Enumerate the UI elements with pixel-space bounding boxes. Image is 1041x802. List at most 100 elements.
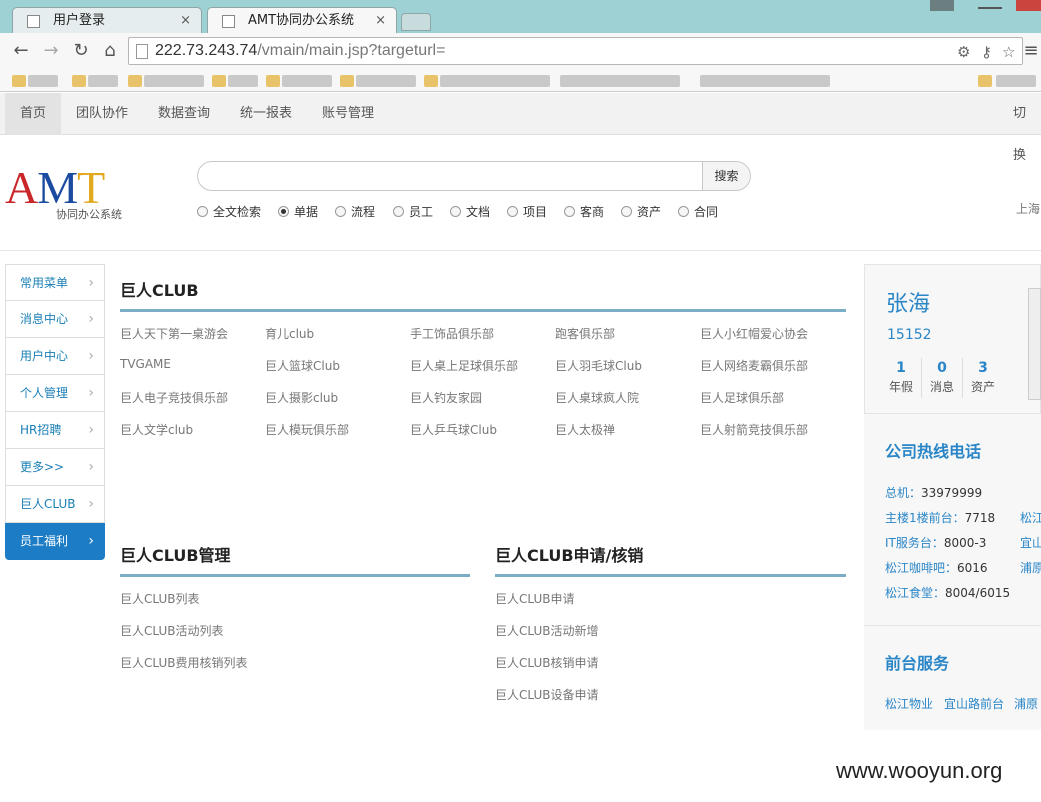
menu-favorites[interactable]: 常用菜单 ›	[5, 264, 105, 301]
bookmark-item[interactable]	[440, 75, 550, 87]
amt-logo: AMT	[5, 162, 105, 213]
club-link[interactable]: 手工饰品俱乐部	[410, 325, 494, 342]
club-link[interactable]: 巨人文学club	[120, 421, 193, 438]
club-link[interactable]: TVGAME	[120, 357, 171, 371]
page-icon	[27, 15, 40, 28]
bookmark-item[interactable]	[700, 75, 830, 87]
back-icon[interactable]: ←	[10, 40, 32, 61]
club-link[interactable]: 巨人天下第一桌游会	[120, 325, 228, 342]
tab-amt[interactable]: AMT协同办公系统 ×	[207, 7, 397, 34]
radio-file[interactable]: 文档	[450, 203, 490, 220]
bookmark-item[interactable]	[28, 75, 58, 87]
front-service-link[interactable]: 浦原	[1014, 695, 1038, 712]
bookmark-item[interactable]	[228, 75, 258, 87]
folder-icon[interactable]	[340, 75, 354, 87]
menu-club[interactable]: 巨人CLUB ›	[5, 486, 105, 523]
new-tab-button[interactable]	[401, 13, 431, 31]
menu-icon[interactable]: ≡	[1020, 40, 1041, 61]
folder-icon[interactable]	[978, 75, 992, 87]
bookmark-item[interactable]	[996, 75, 1036, 87]
nav-data-query[interactable]: 数据查询	[143, 93, 225, 135]
menu-user-center[interactable]: 用户中心 ›	[5, 338, 105, 375]
club-link[interactable]: 巨人足球俱乐部	[700, 389, 784, 406]
bookmark-item[interactable]	[560, 75, 680, 87]
home-icon[interactable]: ⌂	[99, 40, 121, 61]
radio-document[interactable]: 单据	[278, 203, 318, 220]
menu-more[interactable]: 更多>> ›	[5, 449, 105, 486]
key-icon[interactable]: ⚷	[981, 43, 992, 61]
club-manage-link[interactable]: 巨人CLUB活动列表	[120, 622, 223, 639]
folder-icon[interactable]	[72, 75, 86, 87]
address-bar[interactable]: 222.73.243.74/vmain/main.jsp?targeturl= …	[128, 37, 1023, 65]
club-link[interactable]: 巨人乒乓球Club	[410, 421, 497, 438]
club-link[interactable]: 巨人电子竞技俱乐部	[120, 389, 228, 406]
section-underline	[495, 574, 846, 577]
folder-icon[interactable]	[212, 75, 226, 87]
club-apply-link[interactable]: 巨人CLUB设备申请	[495, 686, 598, 703]
club-manage-link[interactable]: 巨人CLUB费用核销列表	[120, 654, 247, 671]
club-manage-link[interactable]: 巨人CLUB列表	[120, 590, 199, 607]
forward-icon[interactable]: →	[40, 40, 62, 61]
chevron-right-icon: ›	[88, 275, 94, 291]
star-icon[interactable]: ☆	[1002, 43, 1015, 61]
bookmark-item[interactable]	[282, 75, 332, 87]
folder-icon[interactable]	[266, 75, 280, 87]
front-service-link[interactable]: 松江物业	[885, 695, 933, 712]
close-icon[interactable]: ×	[375, 8, 386, 34]
menu-hr[interactable]: HR招聘 ›	[5, 412, 105, 449]
nav-team[interactable]: 团队协作	[61, 93, 143, 135]
bookmarks-bar	[0, 70, 1041, 92]
gear-icon[interactable]: ⚙	[957, 43, 970, 61]
front-service-link[interactable]: 宜山路前台	[944, 695, 1004, 712]
club-link[interactable]: 巨人篮球Club	[265, 357, 340, 374]
nav-report[interactable]: 统一报表	[225, 93, 307, 135]
menu-welfare[interactable]: 员工福利 ›	[5, 523, 105, 560]
club-link[interactable]: 育儿club	[265, 325, 314, 342]
close-icon[interactable]: ×	[180, 8, 191, 34]
user-profile-icon[interactable]	[930, 0, 954, 11]
hotline-item-cut: 宜山	[1020, 536, 1041, 550]
search-input[interactable]	[197, 161, 703, 191]
club-apply-link[interactable]: 巨人CLUB核销申请	[495, 654, 598, 671]
club-link[interactable]: 巨人摄影club	[265, 389, 338, 406]
radio-workflow[interactable]: 流程	[335, 203, 375, 220]
club-link[interactable]: 巨人小红帽爱心协会	[700, 325, 808, 342]
nav-switch[interactable]: 切换	[998, 93, 1041, 163]
reload-icon[interactable]: ↻	[70, 40, 92, 61]
club-link[interactable]: 巨人网络麦霸俱乐部	[700, 357, 808, 374]
folder-icon[interactable]	[128, 75, 142, 87]
radio-fulltext[interactable]: 全文检索	[197, 203, 261, 220]
nav-account[interactable]: 账号管理	[307, 93, 389, 135]
stat-messages[interactable]: 0 消息	[922, 360, 962, 395]
club-link[interactable]: 巨人模玩俱乐部	[265, 421, 349, 438]
club-link[interactable]: 巨人羽毛球Club	[555, 357, 642, 374]
menu-messages[interactable]: 消息中心 ›	[5, 301, 105, 338]
stat-annual-leave[interactable]: 1 年假	[881, 360, 921, 395]
club-link[interactable]: 跑客俱乐部	[555, 325, 615, 342]
club-link[interactable]: 巨人桌上足球俱乐部	[410, 357, 518, 374]
club-apply-link[interactable]: 巨人CLUB活动新增	[495, 622, 598, 639]
window-close-icon[interactable]	[1016, 0, 1041, 11]
menu-personal[interactable]: 个人管理 ›	[5, 375, 105, 412]
radio-contract[interactable]: 合同	[678, 203, 718, 220]
scrollbar[interactable]	[1028, 288, 1041, 400]
club-link[interactable]: 巨人太极禅	[555, 421, 615, 438]
radio-project[interactable]: 项目	[507, 203, 547, 220]
club-apply-link[interactable]: 巨人CLUB申请	[495, 590, 574, 607]
bookmark-item[interactable]	[144, 75, 204, 87]
search-button[interactable]: 搜索	[702, 161, 751, 191]
bookmark-item[interactable]	[356, 75, 416, 87]
folder-icon[interactable]	[12, 75, 26, 87]
radio-employee[interactable]: 员工	[393, 203, 433, 220]
club-link[interactable]: 巨人钓友家园	[410, 389, 482, 406]
nav-home[interactable]: 首页	[5, 93, 62, 135]
radio-merchant[interactable]: 客商	[564, 203, 604, 220]
club-link[interactable]: 巨人射箭竞技俱乐部	[700, 421, 808, 438]
radio-asset[interactable]: 资产	[621, 203, 661, 220]
folder-icon[interactable]	[424, 75, 438, 87]
bookmark-item[interactable]	[88, 75, 118, 87]
club-link[interactable]: 巨人桌球疯人院	[555, 389, 639, 406]
minimize-icon[interactable]	[978, 0, 1002, 9]
tab-user-login[interactable]: 用户登录 ×	[12, 7, 202, 34]
stat-assets[interactable]: 3 资产	[963, 360, 1003, 395]
